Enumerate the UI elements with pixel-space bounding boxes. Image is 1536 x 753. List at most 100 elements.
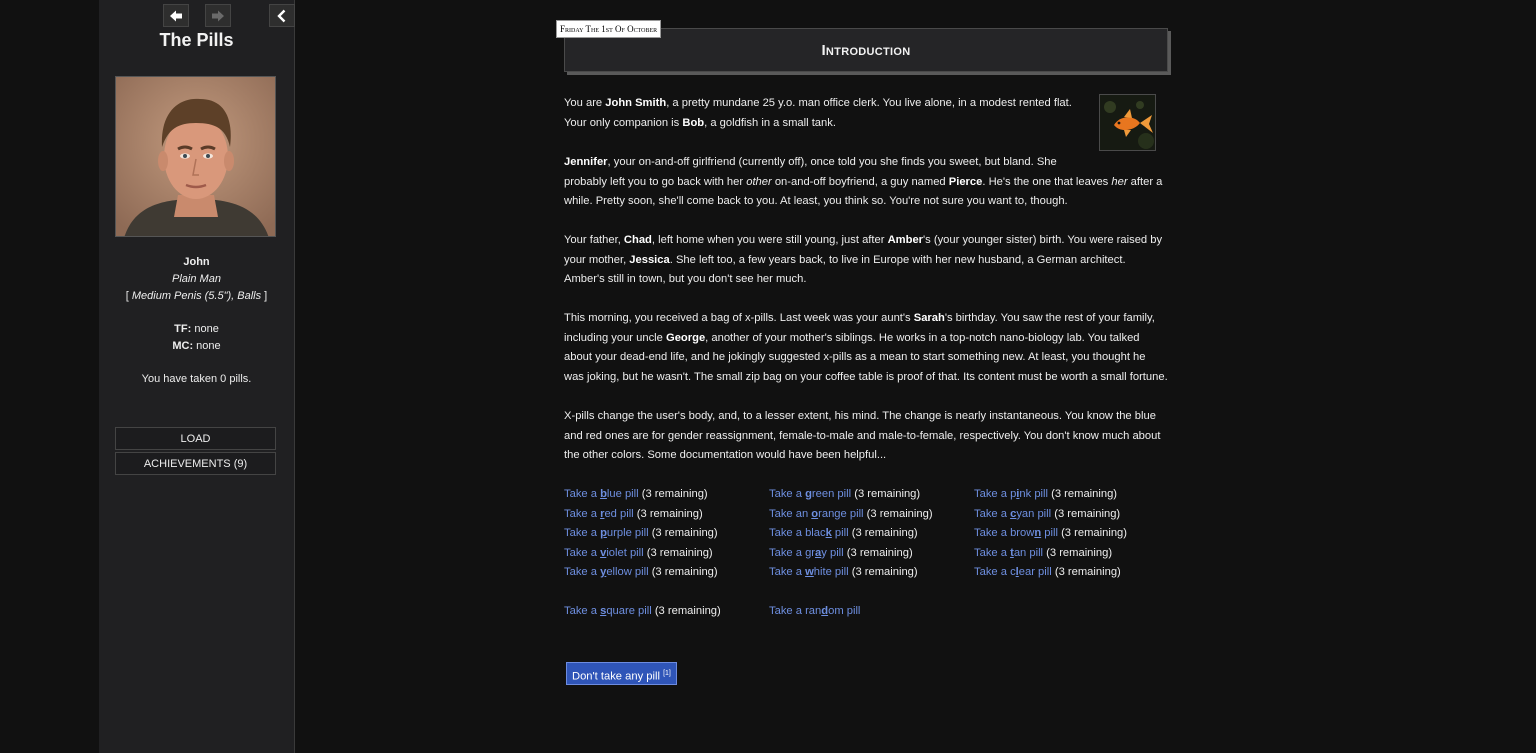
pills-taken-count: You have taken 0 pills. [141, 373, 252, 385]
link-text: Take a ran [769, 605, 822, 617]
link-text: Take a [564, 605, 601, 617]
link-text: y pill [821, 546, 844, 559]
name-highlight: Amber [887, 234, 924, 246]
paragraph-text: while. Pretty soon, she'll come back to … [564, 195, 1068, 207]
paragraph-text: on-and-off boyfriend, a guy named [771, 175, 949, 188]
take-purple-pill-row: Take a purple pill (3 remaining) [564, 524, 718, 544]
take-red-pill-link[interactable]: Take a red pill [564, 508, 634, 520]
achievements-button[interactable]: ACHIEVEMENTS (9) [115, 452, 276, 475]
take-blue-pill-row: Take a blue pill (3 remaining) [564, 485, 708, 505]
paragraph-text: including your uncle [564, 331, 666, 344]
remaining-count: (3 remaining) [638, 488, 708, 500]
link-text: om pill [828, 605, 861, 617]
sidebar: The Pills John Plain Man [Medium Penis … [99, 0, 295, 753]
remaining-count: (3 remaining) [863, 507, 933, 520]
link-text: Take a [974, 546, 1011, 559]
chevron-left-icon [277, 9, 286, 22]
remaining-count: (3 remaining) [1057, 527, 1127, 539]
sidebar-collapse-button[interactable] [269, 4, 295, 27]
load-button[interactable]: LOAD [115, 427, 276, 450]
character-body: [ Medium Penis (5.5"), Balls ] [99, 290, 294, 302]
paragraph-text: probably left you to go back with her [564, 175, 747, 188]
link-text: Take a gr [769, 546, 816, 559]
take-white-pill-link[interactable]: Take a white pill [769, 566, 849, 578]
link-text: Take an [769, 507, 812, 520]
paragraph-text: X-pills change the user's body, and, to … [564, 410, 1156, 422]
name-highlight: Chad [623, 234, 652, 246]
link-text: ed pill [604, 507, 634, 520]
dont-take-pill-button[interactable]: Don't take any pill [1] [566, 662, 677, 685]
take-pink-pill-link[interactable]: Take a pink pill [974, 488, 1048, 500]
remaining-count: (3 remaining) [651, 605, 721, 617]
take-clear-pill-link[interactable]: Take a clear pill [974, 566, 1052, 578]
paragraph-text: your mother, [564, 253, 630, 266]
intro-paragraph-1: You are John Smith, a pretty mundane 25 … [564, 94, 1072, 133]
date-badge: Friday The 1st Of October [556, 20, 662, 38]
arrow-left-icon [170, 10, 182, 21]
name-highlight: John Smith [605, 97, 667, 109]
paragraph-text: Your only companion is [564, 116, 683, 129]
take-random-pill-link[interactable]: Take a random pill [769, 605, 860, 617]
take-blue-pill-link[interactable]: Take a blue pill [564, 488, 639, 500]
take-square-pill-link[interactable]: Take a square pill [564, 605, 652, 617]
take-clear-pill-row: Take a clear pill (3 remaining) [974, 563, 1121, 583]
remaining-count: (3 remaining) [1043, 546, 1113, 559]
remaining-count: (3 remaining) [1051, 566, 1121, 578]
emphasis-text: her [1111, 175, 1128, 188]
take-cyan-pill-row: Take a cyan pill (3 remaining) [974, 505, 1120, 525]
character-class: Plain Man [172, 273, 221, 285]
history-back-button[interactable] [163, 4, 189, 27]
name-highlight: George [666, 331, 706, 344]
tf-label: TF: [174, 323, 192, 335]
take-black-pill-link[interactable]: Take a black pill [769, 527, 849, 539]
paragraph-text: , your on-and-off girlfriend (currently … [607, 156, 1057, 168]
paragraph-text: was joking, but he wasn't. The small zip… [564, 370, 1168, 383]
take-tan-pill-link[interactable]: Take a tan pill [974, 547, 1043, 559]
link-text: range pill [818, 507, 864, 520]
take-cyan-pill-link[interactable]: Take a cyan pill [974, 508, 1051, 520]
link-text: ellow pill [606, 566, 649, 578]
paragraph-text: . He's the one that leaves [982, 175, 1112, 188]
take-red-pill-row: Take a red pill (3 remaining) [564, 505, 703, 525]
remaining-count: (3 remaining) [633, 507, 703, 520]
link-text: Take a [564, 507, 601, 520]
remaining-count: (3 remaining) [1048, 488, 1118, 500]
link-text: Take a c [974, 566, 1016, 578]
hotkey-letter: g [805, 488, 812, 500]
link-text: Take a [564, 527, 601, 539]
character-portrait [115, 76, 276, 237]
hotkey-letter: w [805, 566, 814, 578]
take-green-pill-link[interactable]: Take a green pill [769, 488, 851, 500]
link-text: pill [1041, 527, 1058, 539]
paragraph-text: . She left too, a few years back, to liv… [669, 253, 1126, 266]
link-text: Take a [564, 546, 601, 559]
link-text: Take a [974, 507, 1011, 520]
take-violet-pill-link[interactable]: Take a violet pill [564, 547, 644, 559]
history-forward-button[interactable] [205, 4, 231, 27]
remaining-count: (3 remaining) [848, 566, 918, 578]
take-gray-pill-row: Take a gray pill (3 remaining) [769, 544, 913, 564]
take-gray-pill-link[interactable]: Take a gray pill [769, 547, 844, 559]
take-brown-pill-link[interactable]: Take a brown pill [974, 527, 1058, 539]
link-text: Take a blac [769, 527, 826, 539]
link-text: lue pill [606, 488, 639, 500]
link-text: Take a brow [974, 527, 1035, 539]
paragraph-text: , another of your mother's siblings. He … [705, 331, 1140, 344]
remaining-count: (3 remaining) [648, 527, 718, 539]
link-text: pill [831, 527, 849, 539]
paragraph-text: You are [564, 97, 606, 109]
take-random-pill-row: Take a random pill [769, 602, 860, 622]
arrow-right-icon [212, 10, 224, 21]
take-orange-pill-link[interactable]: Take an orange pill [769, 508, 864, 520]
paragraph-text: Amber's still in town, but you don't see… [564, 273, 807, 285]
take-purple-pill-link[interactable]: Take a purple pill [564, 527, 649, 539]
link-text: reen pill [811, 488, 852, 500]
paragraph-text: 's (your younger sister) birth. You were… [923, 234, 1163, 246]
take-yellow-pill-link[interactable]: Take a yellow pill [564, 566, 649, 578]
name-highlight: Jessica [629, 253, 670, 266]
name-highlight: Jennifer [564, 156, 608, 168]
take-yellow-pill-row: Take a yellow pill (3 remaining) [564, 563, 718, 583]
name-highlight: Sarah [913, 312, 945, 324]
tf-value: none [191, 323, 219, 335]
link-text: iolet pill [606, 546, 644, 559]
